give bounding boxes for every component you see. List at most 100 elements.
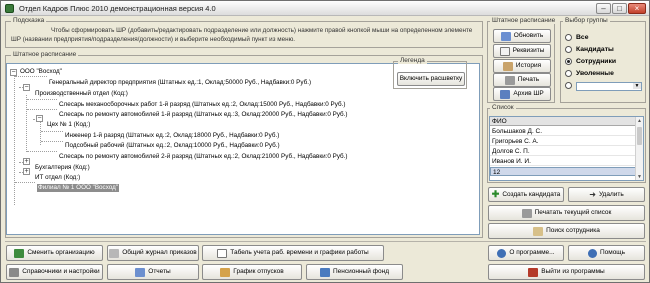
radio-employees[interactable]: Сотрудники	[565, 58, 616, 65]
tree-line	[27, 151, 57, 152]
journal-icon	[109, 248, 120, 258]
scroll-up-icon[interactable]: ▲	[636, 117, 643, 125]
pension-icon	[319, 267, 330, 277]
printer-icon	[504, 75, 515, 85]
tree-line	[41, 141, 63, 142]
refresh-button[interactable]: Обновить	[493, 29, 551, 43]
print-button[interactable]: Печать	[493, 73, 551, 87]
tree-node-position[interactable]: Слесарь по ремонту автомобилей 1-й разря…	[59, 111, 348, 119]
window-title: Отдел Кадров Плюс 2010 демонстрационная …	[19, 4, 216, 13]
delete-arrow-icon: ➜	[589, 190, 596, 199]
list-item[interactable]: 12	[490, 167, 637, 176]
tree-node-org[interactable]: ООО "Восход"	[20, 68, 62, 76]
scroll-thumb[interactable]	[637, 127, 642, 145]
radio-candidates[interactable]: Кандидаты	[565, 46, 614, 53]
radio-all[interactable]: Все	[565, 34, 588, 41]
tree-node-position[interactable]: Генеральный директор предприятия (Штатны…	[49, 79, 311, 87]
tree-node-position[interactable]: Подсобный рабочий (Штатных ед.:2, Оклад:…	[65, 142, 280, 150]
print-list-label: Печатать текущий список	[534, 209, 612, 216]
group-select-legend: Выбор группы	[563, 17, 610, 24]
info-icon	[497, 248, 507, 258]
about-button[interactable]: О программе...	[488, 245, 564, 261]
archive-button[interactable]: Архив ШР	[493, 87, 551, 101]
orders-journal-button[interactable]: Общий журнал приказов	[107, 245, 199, 261]
orders-journal-label: Общий журнал приказов	[122, 249, 197, 256]
requisites-button[interactable]: Реквизиты	[493, 44, 551, 58]
group-dropdown[interactable]: ▼	[576, 82, 642, 91]
tree-node-branch[interactable]: Филиал № 1 ООО "Восход"	[37, 184, 120, 192]
create-candidate-label: Создать кандидата	[502, 191, 561, 198]
main-window: Отдел Кадров Плюс 2010 демонстрационная …	[0, 0, 650, 283]
radio-all-label: Все	[576, 34, 589, 41]
radio-dismissed[interactable]: Уволенные	[565, 70, 614, 77]
chevron-down-icon: ▼	[633, 83, 641, 89]
tree-node-department[interactable]: Цех № 1 (Код:)	[47, 121, 90, 129]
references-settings-button[interactable]: Справочники и настройки	[6, 264, 103, 280]
list-item[interactable]: Иванов И. И.	[490, 157, 637, 166]
enable-highlight-button[interactable]: Включить расшветку	[397, 72, 465, 86]
exit-button[interactable]: Выйти из программы	[488, 264, 645, 280]
tree-node-department[interactable]: Производственный отдел (Код:)	[35, 90, 128, 98]
radio-dot	[565, 70, 572, 77]
tree-line	[15, 182, 35, 183]
list-scrollbar[interactable]: ▲ ▼	[635, 117, 643, 180]
list-item[interactable]: Большаков Д. С.	[490, 127, 637, 136]
legend-box-title: Легенда	[398, 57, 427, 64]
reports-icon	[135, 267, 146, 277]
organization-icon	[14, 248, 25, 258]
pension-fund-button[interactable]: Пенсионный фонд	[306, 264, 403, 280]
settings-icon	[9, 267, 20, 277]
help-icon	[587, 248, 597, 258]
tree-collapse-toggle[interactable]: −	[10, 69, 17, 76]
calendar-icon	[217, 248, 228, 258]
radio-dot	[565, 82, 572, 89]
tree-expand-toggle[interactable]: +	[23, 168, 30, 175]
delete-label: Удалить	[598, 191, 624, 198]
print-list-button[interactable]: Печатать текущий список	[488, 205, 645, 221]
timesheet-button[interactable]: Табель учета раб. времени и графики рабо…	[202, 245, 384, 261]
history-button[interactable]: История	[493, 59, 551, 73]
hint-legend: Подсказка	[11, 17, 47, 24]
tree-node-position[interactable]: Инженер 1-й разряд (Штатных ед.:2, Оклад…	[65, 132, 279, 140]
staff-schedule-legend: Штатное расписание	[490, 17, 558, 24]
help-button[interactable]: Помощь	[568, 245, 645, 261]
hint-text: Чтобы сформировать ШР (добавить/редактир…	[11, 27, 473, 43]
scroll-down-icon[interactable]: ▼	[636, 173, 643, 180]
close-button[interactable]: ×	[628, 3, 646, 14]
tree-node-department[interactable]: Бухгалтерия (Код:)	[35, 164, 90, 172]
tree-node-position[interactable]: Слесарь по ремонту автомобилей 2-й разря…	[59, 153, 348, 161]
tree-expand-toggle[interactable]: +	[23, 158, 30, 165]
exit-icon	[528, 267, 539, 277]
radio-dot	[565, 46, 572, 53]
tree-line	[26, 95, 27, 152]
archive-icon	[500, 89, 511, 99]
employee-list[interactable]: ФИО Большаков Д. С. Григорьев С. А. Долг…	[489, 116, 644, 181]
delete-button[interactable]: ➜ Удалить	[568, 187, 645, 202]
separator	[5, 241, 646, 242]
radio-dot	[565, 34, 572, 41]
list-item[interactable]: Долгов С. П.	[490, 147, 637, 156]
tree-node-position[interactable]: Слесарь механосборочных работ 1-й разряд…	[59, 101, 345, 109]
list-item[interactable]: Григорьев С. А.	[490, 137, 637, 146]
radio-dot-selected	[565, 58, 572, 65]
vacation-schedule-button[interactable]: График отпусков	[202, 264, 302, 280]
minimize-button[interactable]: –	[596, 3, 611, 14]
list-header[interactable]: ФИО	[490, 117, 637, 126]
tree-collapse-toggle[interactable]: −	[23, 84, 30, 91]
search-employee-button[interactable]: Поиск сотрудника	[488, 223, 645, 239]
reports-button[interactable]: Отчеты	[107, 264, 199, 280]
maximize-button[interactable]: □	[612, 3, 627, 14]
create-candidate-button[interactable]: ✚ Создать кандидата	[488, 187, 564, 202]
tree-node-department[interactable]: ИТ отдел (Код:)	[35, 174, 80, 182]
vacation-icon	[220, 267, 231, 277]
requisites-label: Реквизиты	[512, 47, 545, 54]
vacation-schedule-label: График отпусков	[233, 268, 284, 275]
plus-icon: ✚	[491, 189, 500, 199]
tree-collapse-toggle[interactable]: −	[36, 115, 43, 122]
tree-line	[14, 73, 15, 205]
change-organization-button[interactable]: Сменить организацию	[6, 245, 103, 261]
radio-custom[interactable]	[565, 82, 576, 89]
refresh-icon	[500, 31, 511, 41]
radio-candidates-label: Кандидаты	[576, 46, 614, 53]
tree-line	[27, 109, 57, 110]
